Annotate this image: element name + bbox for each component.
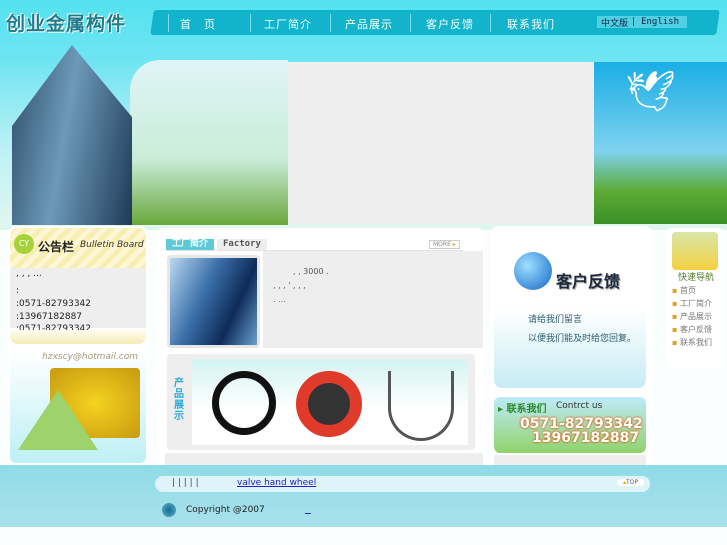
quick-nav-item[interactable]: ▪ 产品展示 [672,310,712,323]
lang-chinese[interactable]: 中文版 [597,16,632,29]
bulletin-line: , , , ... [16,269,42,279]
footer-links: | | | | | valve hand wheel ▴TOP [155,476,650,492]
quick-nav: 快速导航 ▪ 首页 ▪ 工厂简介 ▪ 产品展示 ▪ 客户反馈 ▪ 联系我们 [666,228,724,368]
link-separators: | | | | | [172,478,199,488]
contact-title-text: 联系我们 [506,404,547,415]
more-button[interactable]: MORE ▸ [429,240,460,249]
bulletin-line: : [16,286,20,296]
quick-nav-title: 快速导航 [678,273,715,283]
hand-wheel-image[interactable] [212,371,276,435]
quick-nav-label: 产品展示 [679,312,712,321]
top-label: TOP [626,479,639,486]
nav-feedback[interactable]: 客户反馈 [426,16,474,32]
contact-mobile: 13967182887 [532,430,640,446]
cy-logo-icon: CY [14,234,34,254]
quick-nav-label: 联系我们 [679,338,712,347]
email-address[interactable]: hzxscy@hotmail.com [42,352,138,362]
nav-products[interactable]: 产品展示 [345,16,393,32]
quick-nav-label: 客户反馈 [679,325,712,334]
nav-divider [330,14,331,32]
wizard-hat-icon [672,232,718,270]
nav-divider [168,14,169,32]
arrow-icon: ▸ [452,241,456,248]
quick-nav-list: ▪ 首页 ▪ 工厂简介 ▪ 产品展示 ▪ 客户反馈 ▪ 联系我们 [672,284,712,349]
dandelion-icon [162,503,176,517]
u-bolt-image[interactable] [388,371,454,441]
bulletin-header: CY 公告栏 Bulletin Board [10,228,146,268]
about-line: , , 3000 . [293,267,329,276]
pu-wheel-image[interactable] [296,371,362,437]
copyright: Copyright @2007 [186,505,265,515]
quick-nav-item[interactable]: ▪ 客户反馈 [672,323,712,336]
bulletin-content: , , , ... : :0571-82793342 :13967182887 [10,268,146,328]
about-line: . ... [273,295,286,304]
about-text: , , 3000 . , , , ' , , , . ... [263,251,483,348]
bulletin-line: :0571-82793342 [16,299,91,309]
quick-nav-item[interactable]: ▪ 首页 [672,284,712,297]
tab-about-cn[interactable]: 工厂简介 [166,239,215,250]
dove-icon: 🕊 [625,69,676,115]
quick-nav-label: 首页 [679,286,696,295]
products-label: 产品展示 [174,378,184,422]
nav-divider [250,14,251,32]
bulletin-footer [10,330,146,344]
back-to-top-button[interactable]: ▴TOP [617,479,645,486]
contact-subtitle: Contrct us [556,401,603,411]
nav-home[interactable]: 首 页 [180,16,216,32]
bulletin-subtitle: Bulletin Board [80,240,144,250]
feedback-box[interactable]: 客户反馈 请给我们留言 以便我们能及时给您回复。 [494,230,646,388]
quick-nav-item[interactable]: ▪ 联系我们 [672,336,712,349]
contact-box: ▸ 联系我们 Contrct us 0571-82793342 13967182… [494,397,646,453]
nav-divider [410,14,411,32]
more-label: MORE [433,241,451,248]
nav-contact[interactable]: 联系我们 [507,16,555,32]
feedback-title: 客户反馈 [556,272,621,291]
contact-title: ▸ 联系我们 [498,404,547,415]
about-line: , , , ' , , , [273,281,306,290]
mail-illustration: hzxscy@hotmail.com [10,350,146,463]
nav-about[interactable]: 工厂简介 [264,16,312,32]
link-valve-hand-wheel[interactable]: valve hand wheel [237,478,316,488]
factory-photo [167,255,260,348]
feedback-line: 以便我们能及时给您回复。 [528,334,637,344]
nav-divider [490,14,491,32]
feedback-line: 请给我们留言 [528,315,583,325]
bulletin-title: 公告栏 [38,240,75,254]
globe-icon [514,252,552,290]
tab-about-en[interactable]: Factory [217,239,267,250]
quick-nav-item[interactable]: ▪ 工厂简介 [672,297,712,310]
banner-flash-area [288,62,594,224]
footer [0,465,727,527]
banner-sunflower-image [130,60,288,225]
products-scroller[interactable] [192,359,468,445]
bulletin-line: :13967182887 [16,312,83,322]
site-logo: 创业金属构件 [6,13,127,35]
quick-nav-label: 工厂简介 [679,299,712,308]
footer-link[interactable] [305,505,311,515]
lang-english[interactable]: English [635,17,685,27]
language-switch: 中文版 | English [597,16,687,29]
